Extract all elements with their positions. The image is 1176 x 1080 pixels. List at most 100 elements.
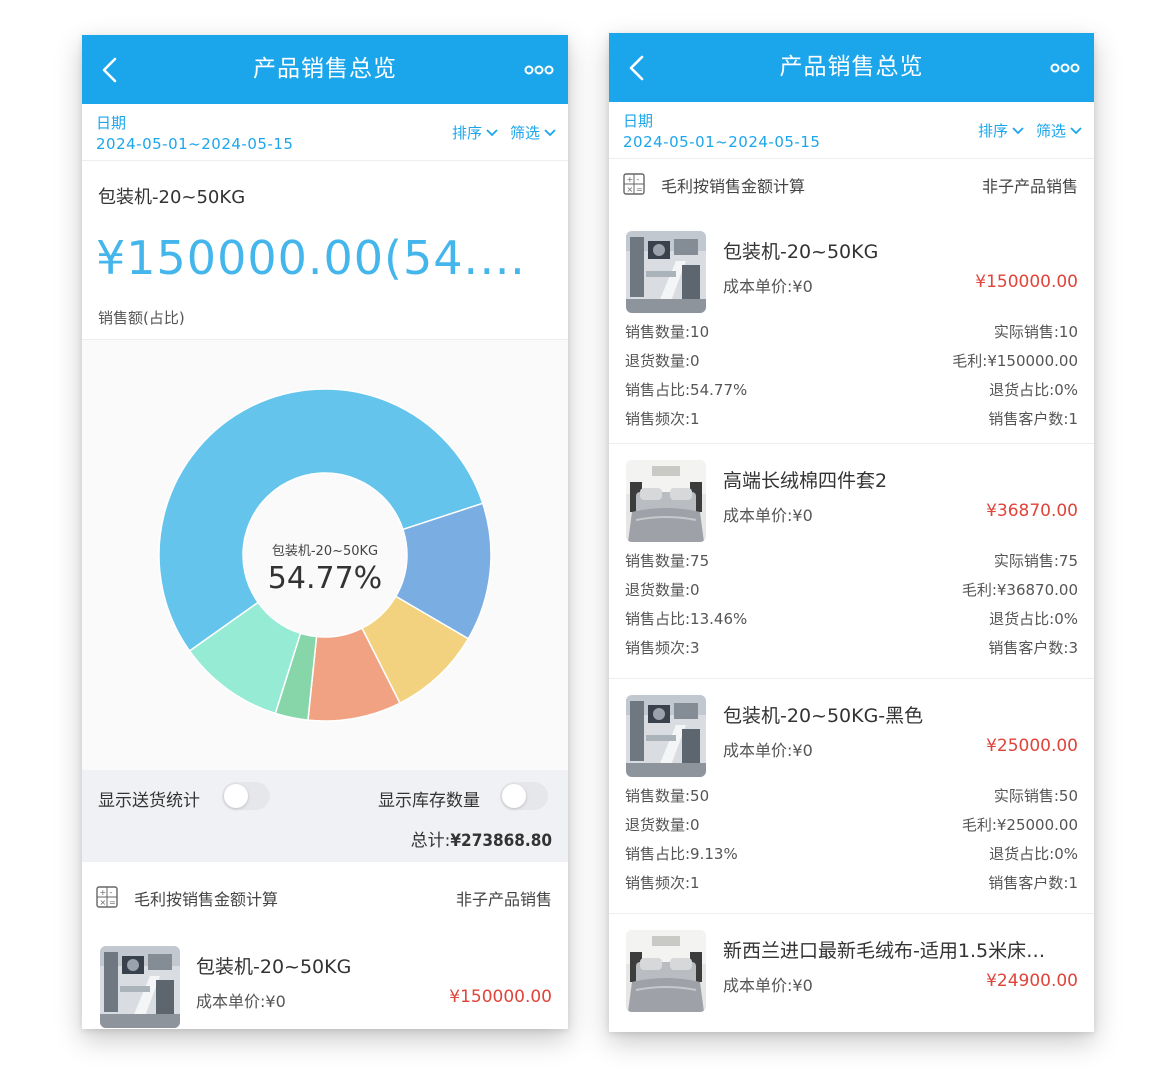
customer-count: 销售客户数:3 bbox=[988, 639, 1078, 657]
product-cost: 成本单价:¥0 bbox=[723, 277, 813, 296]
product-price: ¥150000.00 bbox=[975, 272, 1078, 292]
calc-method-label: 毛利按销售金额计算 bbox=[134, 890, 279, 909]
product-card[interactable]: 包装机-20~50KG 成本单价:¥0 ¥150000.00 bbox=[82, 932, 568, 1029]
svg-text:=: = bbox=[109, 898, 116, 907]
app-header: 产品销售总览 bbox=[82, 35, 568, 104]
product-card[interactable]: 包装机-20~50KG 成本单价:¥0 ¥150000.00 销售数量:10 实际… bbox=[609, 209, 1094, 444]
return-share: 退货占比:0% bbox=[989, 381, 1078, 399]
chart-center-value: 54.77% bbox=[267, 561, 383, 596]
more-icon[interactable] bbox=[1050, 63, 1080, 73]
filter-label: 筛选 bbox=[509, 124, 540, 142]
svg-text:×: × bbox=[100, 898, 107, 907]
product-card[interactable]: 高端长绒棉四件套2 成本单价:¥0 ¥36870.00 销售数量:75 实际销售:… bbox=[609, 444, 1094, 679]
toggle-panel: 显示送货统计 显示库存数量 总计:¥273868.80 bbox=[82, 770, 568, 862]
gross-profit: 毛利:¥150000.00 bbox=[952, 352, 1078, 370]
more-icon[interactable] bbox=[524, 65, 554, 75]
product-price: ¥36870.00 bbox=[986, 501, 1078, 521]
amount-label: 销售额(占比) bbox=[98, 309, 185, 327]
product-cost: 成本单价:¥0 bbox=[723, 506, 813, 525]
svg-text:+: + bbox=[100, 888, 107, 897]
sales-frequency: 销售频次:1 bbox=[625, 410, 700, 428]
date-filter-bar: 日期 2024-05-01~2024-05-15 排序 筛选 bbox=[82, 104, 568, 161]
sort-button[interactable]: 排序 bbox=[452, 122, 498, 143]
date-range[interactable]: 2024-05-01~2024-05-15 bbox=[623, 133, 820, 151]
customer-count: 销售客户数:1 bbox=[988, 874, 1078, 892]
chart-center-label: 包装机-20~50KG 54.77% bbox=[225, 540, 425, 596]
product-cost: 成本单价:¥0 bbox=[723, 976, 813, 995]
chevron-down-icon bbox=[486, 128, 498, 136]
chart-center-name: 包装机-20~50KG bbox=[271, 544, 379, 559]
product-stats: 销售数量:10 实际销售:10 退货数量:0 毛利:¥150000.00 销售占比:… bbox=[625, 321, 1078, 437]
sales-share: 销售占比:54.77% bbox=[625, 381, 748, 399]
product-image bbox=[626, 460, 706, 542]
filter-button[interactable]: 筛选 bbox=[510, 122, 556, 143]
product-stats: 销售数量:75 实际销售:75 退货数量:0 毛利:¥36870.00 销售占比:1… bbox=[625, 550, 1078, 666]
product-image bbox=[100, 946, 180, 1028]
phone-screen-right: 产品销售总览 日期 2024-05-01~2024-05-15 排序 筛选 + bbox=[609, 33, 1094, 1032]
page-title: 产品销售总览 bbox=[253, 56, 397, 82]
svg-text:+: + bbox=[627, 175, 634, 184]
sales-frequency: 销售频次:1 bbox=[625, 874, 700, 892]
date-label: 日期 bbox=[96, 114, 127, 132]
stock-qty-label: 显示库存数量 bbox=[378, 791, 480, 811]
page-title: 产品销售总览 bbox=[779, 54, 924, 80]
product-price: ¥150000.00 bbox=[449, 987, 552, 1007]
return-qty: 退货数量:0 bbox=[625, 581, 700, 599]
return-qty: 退货数量:0 bbox=[625, 352, 700, 370]
chevron-down-icon bbox=[1070, 126, 1082, 134]
delivery-stats-label: 显示送货统计 bbox=[98, 791, 200, 811]
non-sub-product-label[interactable]: 非子产品销售 bbox=[982, 173, 1078, 197]
gross-profit: 毛利:¥25000.00 bbox=[961, 816, 1078, 834]
sales-qty: 销售数量:50 bbox=[625, 787, 710, 805]
sales-share: 销售占比:13.46% bbox=[625, 610, 748, 628]
product-card[interactable]: 新西兰进口最新毛绒布-适用1.5米床… 成本单价:¥0 ¥24900.00 bbox=[609, 914, 1094, 1032]
sales-frequency: 销售频次:3 bbox=[625, 639, 700, 657]
calc-method-label: 毛利按销售金额计算 bbox=[661, 177, 806, 196]
chevron-down-icon bbox=[544, 128, 556, 136]
sales-share: 销售占比:9.13% bbox=[625, 845, 738, 863]
date-label: 日期 bbox=[623, 112, 654, 130]
selected-product-name: 包装机-20~50KG bbox=[98, 187, 246, 208]
sales-qty: 销售数量:10 bbox=[625, 323, 710, 341]
calculator-icon: + - × = bbox=[623, 173, 645, 195]
delivery-stats-toggle[interactable] bbox=[222, 782, 270, 810]
total-amount: 总计:¥273868.80 bbox=[411, 826, 552, 851]
calc-method-row: + - × = 毛利按销售金额计算 非子产品销售 bbox=[82, 862, 568, 932]
sort-button[interactable]: 排序 bbox=[978, 120, 1024, 141]
filter-button[interactable]: 筛选 bbox=[1036, 120, 1082, 141]
calc-method-row: + - × = 毛利按销售金额计算 非子产品销售 bbox=[609, 159, 1094, 209]
donut-chart: 包装机-20~50KG 54.77% bbox=[82, 340, 568, 770]
product-name: 包装机-20~50KG bbox=[196, 956, 352, 978]
gross-profit: 毛利:¥36870.00 bbox=[961, 581, 1078, 599]
date-filter-bar: 日期 2024-05-01~2024-05-15 排序 筛选 bbox=[609, 102, 1094, 159]
product-stats: 销售数量:50 实际销售:50 退货数量:0 毛利:¥25000.00 销售占比:9… bbox=[625, 785, 1078, 901]
product-cost: 成本单价:¥0 bbox=[723, 741, 813, 760]
selected-product-amount: ¥150000.00(54.77%) bbox=[96, 231, 552, 285]
return-share: 退货占比:0% bbox=[989, 845, 1078, 863]
product-card[interactable]: 包装机-20~50KG-黑色 成本单价:¥0 ¥25000.00 销售数量:50… bbox=[609, 679, 1094, 914]
sales-summary: 包装机-20~50KG ¥150000.00(54.77%) 销售额(占比) bbox=[82, 161, 568, 340]
product-image bbox=[626, 930, 706, 1012]
customer-count: 销售客户数:1 bbox=[988, 410, 1078, 428]
chevron-down-icon bbox=[1012, 126, 1024, 134]
app-header: 产品销售总览 bbox=[609, 33, 1094, 102]
non-sub-product-label[interactable]: 非子产品销售 bbox=[456, 886, 552, 910]
product-name: 新西兰进口最新毛绒布-适用1.5米床… bbox=[723, 940, 1046, 962]
product-cost: 成本单价:¥0 bbox=[196, 992, 286, 1011]
sales-qty: 销售数量:75 bbox=[625, 552, 710, 570]
actual-sales: 实际销售:10 bbox=[993, 323, 1078, 341]
product-price: ¥24900.00 bbox=[986, 971, 1078, 991]
stock-qty-toggle[interactable] bbox=[500, 782, 548, 810]
filter-label: 筛选 bbox=[1035, 122, 1066, 140]
product-price: ¥25000.00 bbox=[986, 736, 1078, 756]
actual-sales: 实际销售:75 bbox=[993, 552, 1078, 570]
return-share: 退货占比:0% bbox=[989, 610, 1078, 628]
svg-text:=: = bbox=[636, 185, 643, 194]
product-name: 包装机-20~50KG bbox=[723, 241, 879, 263]
product-name: 包装机-20~50KG-黑色 bbox=[723, 705, 924, 727]
product-name: 高端长绒棉四件套2 bbox=[723, 470, 888, 492]
return-qty: 退货数量:0 bbox=[625, 816, 700, 834]
sort-label: 排序 bbox=[977, 122, 1008, 140]
date-range[interactable]: 2024-05-01~2024-05-15 bbox=[96, 135, 293, 153]
svg-text:×: × bbox=[627, 185, 634, 194]
